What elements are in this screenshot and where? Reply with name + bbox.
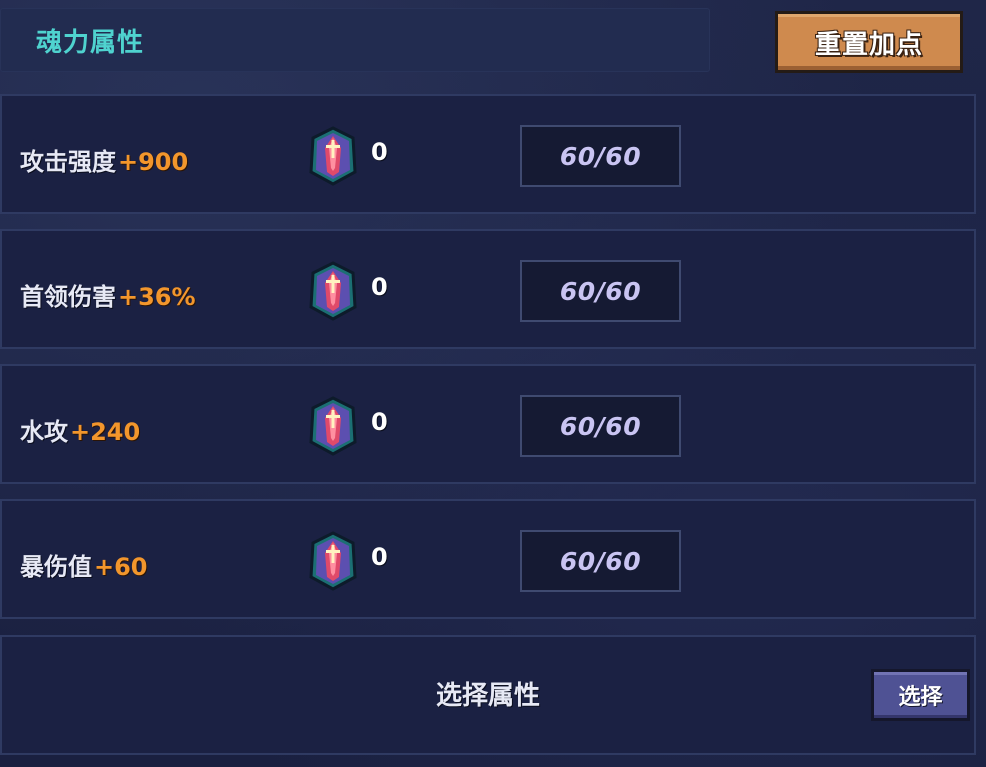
choose-button[interactable]: 选择 (871, 669, 970, 721)
attribute-progress: 60/60 (520, 125, 681, 187)
header-bar: 魂力属性 (0, 8, 710, 72)
attribute-label: 水攻+240 (20, 420, 140, 444)
attribute-name: 水攻 (20, 418, 68, 446)
attribute-progress: 60/60 (520, 260, 681, 322)
soul-crystal-count: 0 (371, 273, 388, 301)
reset-points-button[interactable]: 重置加点 (775, 11, 963, 73)
soul-crystal-count: 0 (371, 138, 388, 166)
soul-crystal-icon (309, 531, 357, 591)
attribute-name: 首领伤害 (20, 283, 116, 311)
attribute-bonus: +900 (118, 148, 189, 176)
attribute-progress-text: 60/60 (559, 411, 642, 441)
attribute-row: 攻击强度+900 0 60/60 (0, 94, 976, 214)
attribute-bonus: +36% (118, 283, 196, 311)
soul-crystal-icon (309, 126, 357, 186)
attribute-label: 首领伤害+36% (20, 285, 196, 309)
attribute-row: 暴伤值+60 0 60/60 (0, 499, 976, 619)
attribute-row: 水攻+240 0 60/60 (0, 364, 976, 484)
attribute-label: 攻击强度+900 (20, 150, 188, 174)
soul-crystal-count: 0 (371, 543, 388, 571)
attribute-name: 暴伤值 (20, 553, 92, 581)
attribute-progress-text: 60/60 (559, 546, 642, 576)
choose-button-label: 选择 (898, 685, 943, 710)
attribute-progress-text: 60/60 (559, 276, 642, 306)
attribute-name: 攻击强度 (20, 148, 116, 176)
attribute-progress: 60/60 (520, 530, 681, 592)
attribute-bonus: +240 (70, 418, 141, 446)
soul-crystal-icon (309, 396, 357, 456)
soul-crystal-icon (309, 261, 357, 321)
attribute-progress: 60/60 (520, 395, 681, 457)
soul-crystal-count: 0 (371, 408, 388, 436)
attribute-bonus: +60 (94, 553, 148, 581)
select-attribute-label: 选择属性 (435, 681, 540, 711)
panel-title: 魂力属性 (36, 28, 145, 58)
select-attribute-row: 选择属性 选择 (0, 635, 976, 755)
attribute-label: 暴伤值+60 (20, 555, 148, 579)
attribute-row: 首领伤害+36% 0 60/60 (0, 229, 976, 349)
reset-points-button-label: 重置加点 (814, 29, 923, 60)
attribute-progress-text: 60/60 (559, 141, 642, 171)
